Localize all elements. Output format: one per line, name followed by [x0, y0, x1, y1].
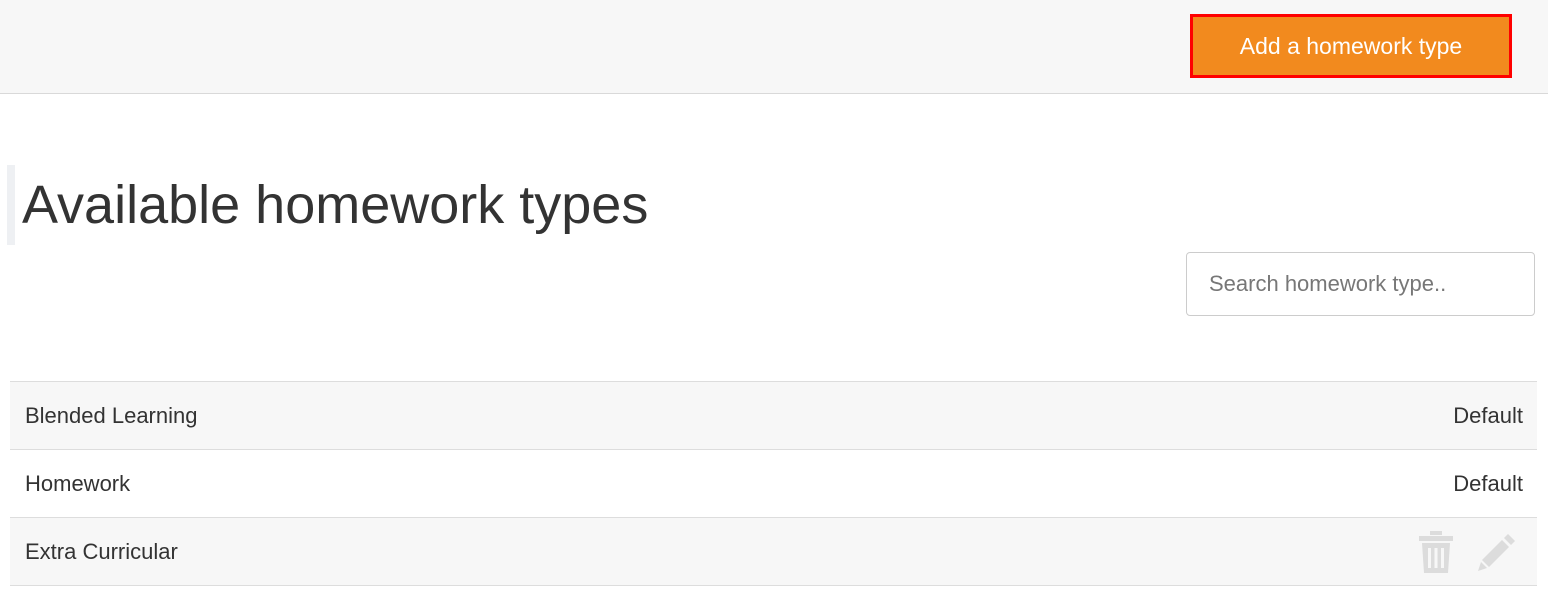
- homework-types-table: Blended Learning Default Homework Defaul…: [10, 381, 1537, 586]
- add-homework-type-button[interactable]: Add a homework type: [1190, 14, 1512, 78]
- title-accent-bar: [7, 165, 15, 245]
- search-homework-type-input[interactable]: [1186, 252, 1535, 316]
- top-toolbar: Add a homework type: [0, 0, 1548, 94]
- homework-type-name: Homework: [25, 470, 131, 496]
- homework-type-name: Extra Curricular: [25, 538, 178, 564]
- row-actions: [1419, 530, 1523, 573]
- table-row[interactable]: Blended Learning Default: [10, 382, 1537, 450]
- default-label: Default: [1453, 402, 1523, 428]
- default-label: Default: [1453, 470, 1523, 496]
- trash-icon[interactable]: [1419, 530, 1453, 573]
- table-row[interactable]: Extra Curricular: [10, 518, 1537, 586]
- table-row[interactable]: Homework Default: [10, 450, 1537, 518]
- homework-type-name: Blended Learning: [25, 402, 198, 428]
- pencil-icon[interactable]: [1477, 532, 1517, 572]
- page-title: Available homework types: [22, 175, 649, 235]
